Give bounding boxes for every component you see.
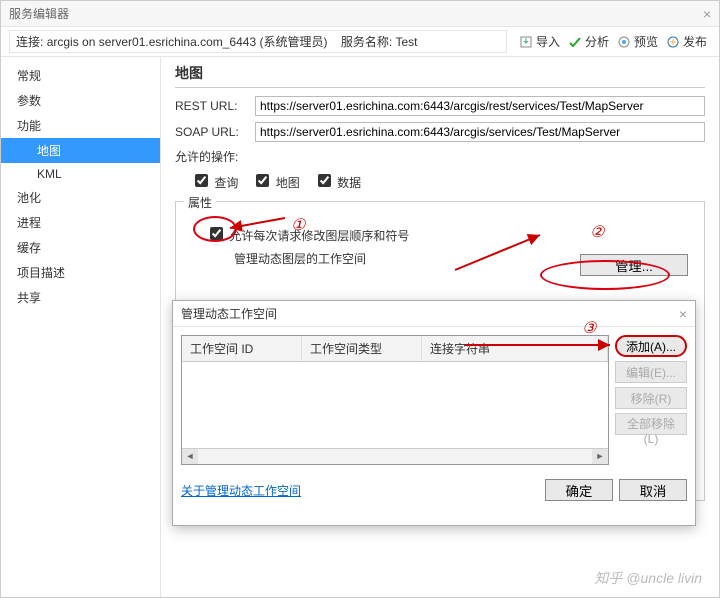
annotation-ellipse-2: [540, 260, 670, 290]
op-data[interactable]: 数据: [314, 171, 361, 191]
remove-button: 移除(R): [615, 387, 687, 409]
preview-button[interactable]: 预览: [613, 30, 662, 54]
annotation-ellipse-1: [193, 216, 237, 242]
svc-name: Test: [396, 35, 418, 49]
op-map[interactable]: 地图: [252, 171, 299, 191]
analyze-button[interactable]: 分析: [564, 30, 613, 54]
sidebar: 常规 参数 功能 地图 KML 池化 进程 缓存 项目描述 共享: [1, 57, 161, 597]
import-button[interactable]: 导入: [515, 30, 564, 54]
conn-prefix: 连接:: [16, 35, 43, 49]
dialog-close-icon[interactable]: ×: [679, 306, 687, 322]
check-icon: [568, 35, 582, 49]
sidebar-item-processes[interactable]: 进程: [1, 210, 160, 235]
sidebar-item-map[interactable]: 地图: [1, 138, 160, 163]
close-icon[interactable]: ×: [703, 6, 711, 22]
add-button[interactable]: 添加(A)...: [615, 335, 687, 357]
window-title: 服务编辑器: [9, 5, 69, 22]
sidebar-item-caching[interactable]: 缓存: [1, 235, 160, 260]
sidebar-item-kml[interactable]: KML: [1, 163, 160, 185]
scroll-right-icon[interactable]: ►: [592, 449, 608, 465]
dialog-manage-workspace: 管理动态工作空间 × 工作空间 ID 工作空间类型 连接字符串 ◄ ► 添加(A…: [172, 300, 696, 526]
allowed-ops-label: 允许的操作:: [175, 148, 705, 165]
soap-url-input[interactable]: [255, 122, 705, 142]
conn-text: arcgis on server01.esrichina.com_6443 (系…: [47, 35, 328, 49]
properties-legend: 属性: [184, 194, 216, 211]
ok-button[interactable]: 确定: [545, 479, 613, 501]
workspace-table: 工作空间 ID 工作空间类型 连接字符串 ◄ ►: [181, 335, 609, 465]
sidebar-item-capabilities[interactable]: 功能: [1, 113, 160, 138]
table-body: [182, 362, 608, 448]
dialog-title: 管理动态工作空间: [181, 305, 277, 322]
sidebar-item-params[interactable]: 参数: [1, 88, 160, 113]
sidebar-item-general[interactable]: 常规: [1, 63, 160, 88]
rest-url-input[interactable]: [255, 96, 705, 116]
connection-field: 连接: arcgis on server01.esrichina.com_644…: [9, 30, 507, 53]
annotation-1: ①: [291, 215, 305, 235]
horizontal-scrollbar[interactable]: ◄ ►: [182, 448, 608, 464]
page-title: 地图: [175, 63, 705, 88]
watermark: 知乎 @uncle livin: [594, 568, 702, 588]
sidebar-item-pooling[interactable]: 池化: [1, 185, 160, 210]
col-workspace-type[interactable]: 工作空间类型: [302, 336, 422, 361]
rest-url-label: REST URL:: [175, 99, 255, 113]
sidebar-item-sharing[interactable]: 共享: [1, 285, 160, 310]
help-link[interactable]: 关于管理动态工作空间: [181, 482, 301, 499]
svc-label: 服务名称:: [341, 35, 392, 49]
remove-all-button: 全部移除(L): [615, 413, 687, 435]
soap-url-label: SOAP URL:: [175, 125, 255, 139]
annotation-2: ②: [590, 222, 604, 242]
edit-button: 编辑(E)...: [615, 361, 687, 383]
publish-icon: [666, 35, 680, 49]
preview-icon: [617, 35, 631, 49]
cancel-button[interactable]: 取消: [619, 479, 687, 501]
publish-button[interactable]: 发布: [662, 30, 711, 54]
sidebar-item-description[interactable]: 项目描述: [1, 260, 160, 285]
col-connection-string[interactable]: 连接字符串: [422, 336, 608, 361]
annotation-3: ③: [582, 318, 596, 338]
import-icon: [519, 35, 533, 49]
col-workspace-id[interactable]: 工作空间 ID: [182, 336, 302, 361]
scroll-left-icon[interactable]: ◄: [182, 449, 198, 465]
op-query[interactable]: 查询: [191, 171, 238, 191]
